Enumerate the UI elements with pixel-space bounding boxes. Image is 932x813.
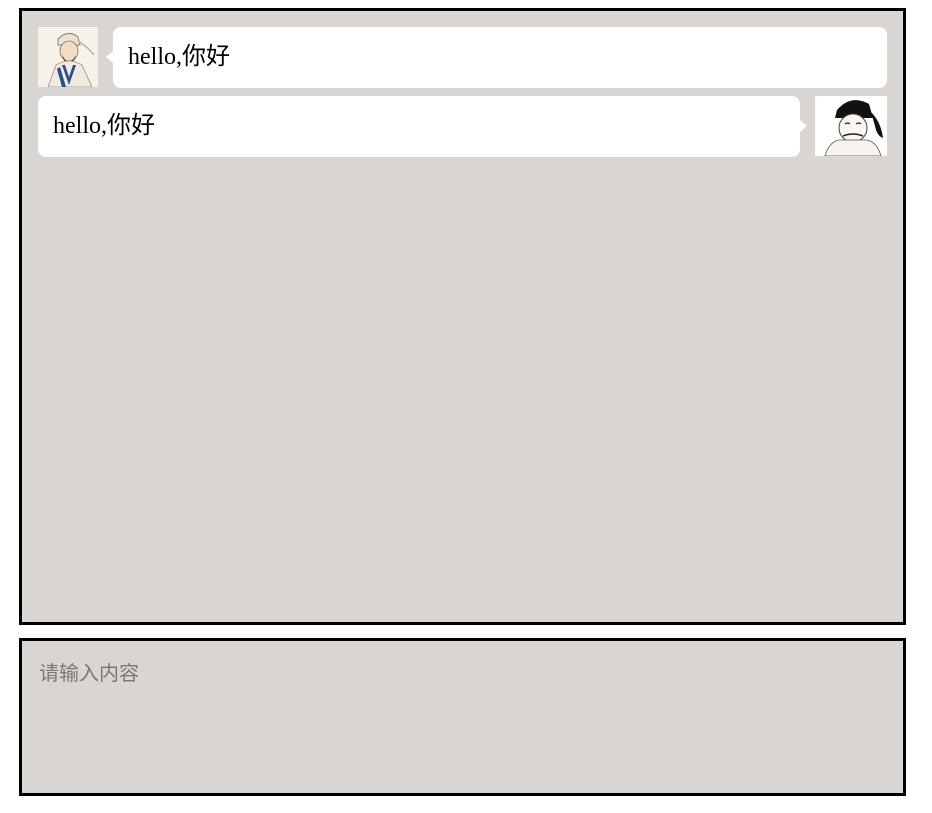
message-input-box[interactable] bbox=[19, 638, 906, 796]
message-input[interactable] bbox=[22, 641, 903, 793]
message-bubble: hello,你好 bbox=[106, 27, 887, 88]
message-row-incoming: hello,你好 bbox=[38, 27, 887, 88]
scholar-portrait-icon[interactable] bbox=[38, 27, 98, 87]
message-row-outgoing: hello,你好 bbox=[38, 96, 887, 157]
emperor-portrait-icon[interactable] bbox=[815, 96, 887, 156]
message-bubble: hello,你好 bbox=[38, 96, 807, 157]
chat-message-area[interactable]: hello,你好 hello,你好 bbox=[19, 8, 906, 625]
